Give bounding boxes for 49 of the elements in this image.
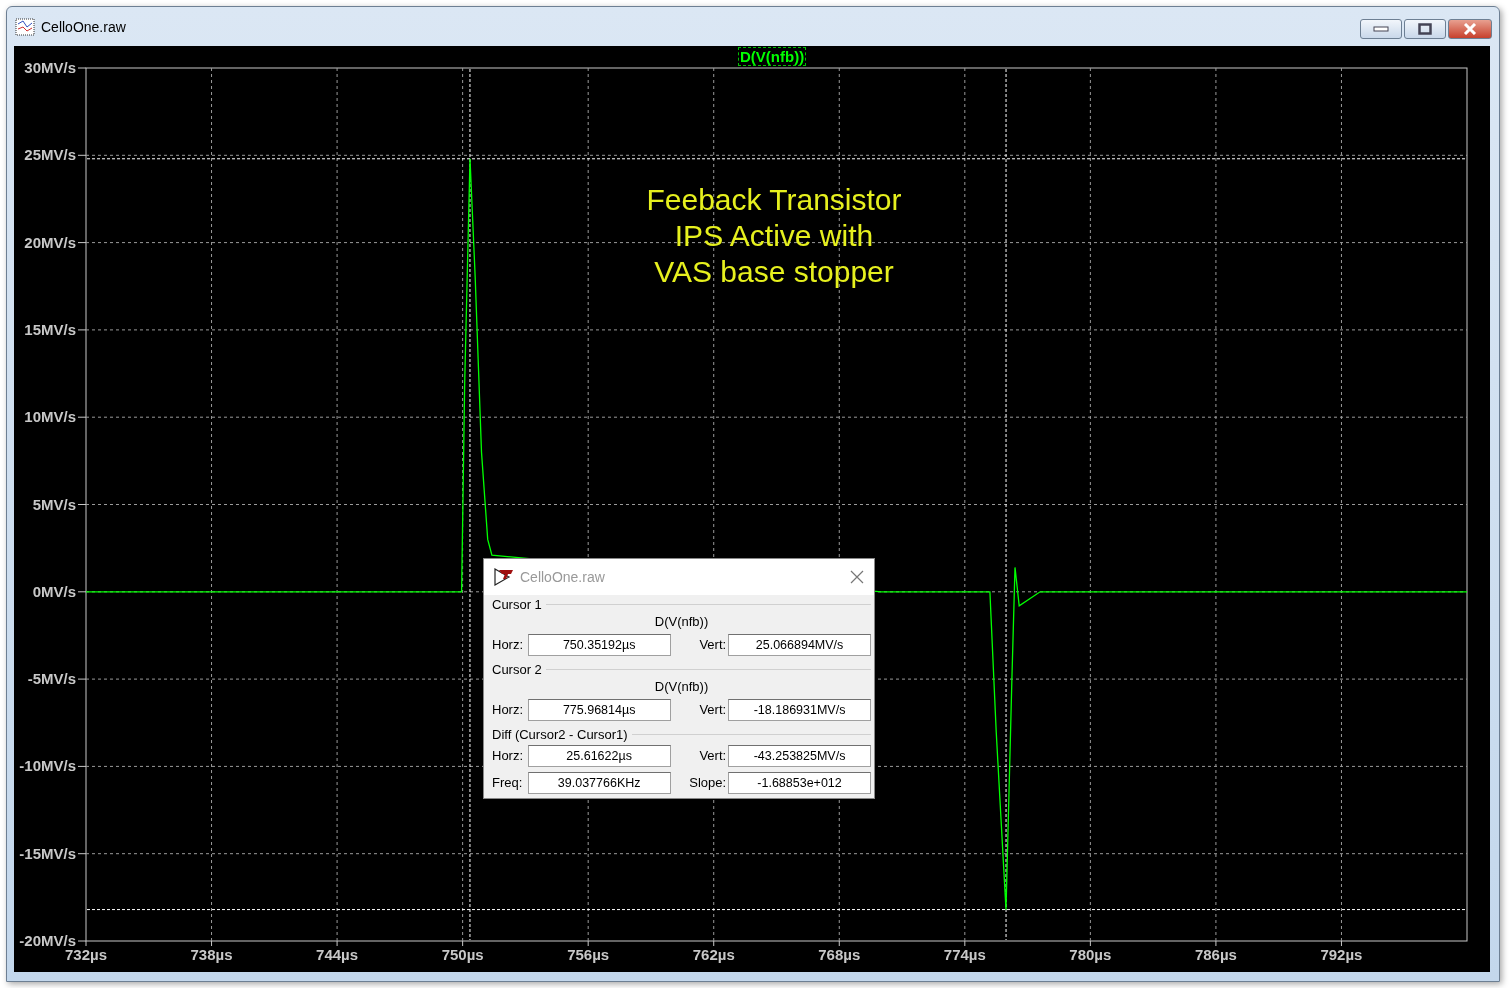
x-tick-label: 762µs [692,946,735,963]
x-tick-label: 750µs [441,946,484,963]
field-label: Horz: [492,748,525,763]
field-label: Vert: [698,637,728,652]
trace-name: D(V(nfb)) [654,614,709,629]
field-label: Slope: [688,775,728,790]
y-tick-label: 15MV/s [24,320,76,338]
x-tick-label: 786µs [1194,946,1237,963]
y-tick-label: -15MV/s [19,844,76,862]
y-tick-label: 20MV/s [24,233,76,251]
value-field[interactable]: -1.68853e+012 [728,771,871,794]
dialog-title: CelloOne.raw [520,569,606,585]
field-label: Horz: [492,702,525,717]
value-field[interactable]: 775.96814µs [527,698,671,721]
x-tick-label: 738µs [190,946,233,963]
trace-label[interactable]: D(V(nfb)) [738,47,807,66]
value-field[interactable]: -18.186931MV/s [728,698,871,721]
y-tick-label: 25MV/s [24,146,76,164]
y-tick-label: 10MV/s [24,408,76,426]
group-label: Cursor 2 [492,662,542,677]
y-tick-label: -10MV/s [19,757,76,775]
x-tick-label: 792µs [1320,946,1363,963]
y-tick-label: -5MV/s [27,670,76,688]
y-tick-label: -20MV/s [19,932,76,949]
field-label: Vert: [698,748,728,763]
field-label: Horz: [492,637,525,652]
trace-name: D(V(nfb)) [654,679,709,694]
x-tick-label: 780µs [1069,946,1112,963]
x-tick-label: 774µs [943,946,986,963]
x-tick-label: 756µs [567,946,610,963]
value-field[interactable]: -43.253825MV/s [728,744,871,767]
x-tick-label: 768µs [818,946,861,963]
y-tick-label: 0MV/s [32,582,76,600]
y-tick-label: 5MV/s [32,495,76,513]
annotation-text: Feeback Transistor [646,182,902,218]
field-label: Freq: [492,775,524,790]
annotation-text: IPS Active with [674,218,874,254]
x-tick-label: 744µs [316,946,359,963]
y-tick-label: 30MV/s [24,59,76,76]
field-label: Vert: [698,702,728,717]
x-tick-label: 732µs [65,946,107,963]
group-label: Diff (Cursor2 - Cursor1) [492,727,628,742]
value-field[interactable]: 25.61622µs [527,744,671,767]
value-field[interactable]: 39.037766KHz [527,771,671,794]
window-title: CelloOne.raw [41,18,127,35]
value-field[interactable]: 750.35192µs [527,633,671,656]
annotation-text: VAS base stopper [654,254,894,290]
group-label: Cursor 1 [492,597,542,612]
value-field[interactable]: 25.066894MV/s [728,633,871,656]
